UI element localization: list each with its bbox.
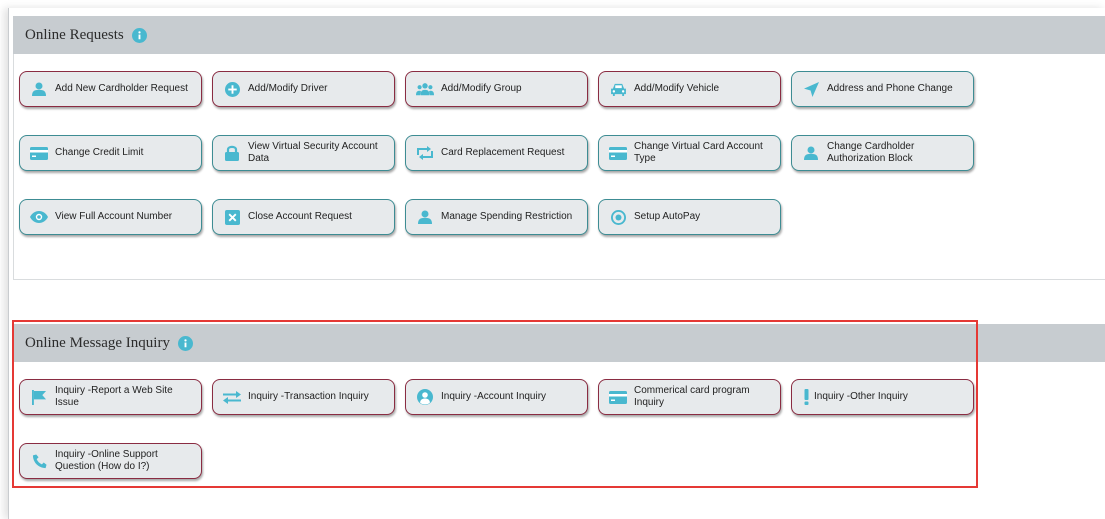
button-label: Change Virtual Card Account Type [634, 141, 763, 164]
button-label: Inquiry -Transaction Inquiry [248, 391, 369, 402]
swap-arrows-icon [416, 145, 434, 161]
person-icon [30, 81, 48, 97]
button-label: Inquiry -Account Inquiry [441, 391, 547, 402]
button-label: View Full Account Number [55, 211, 173, 222]
inquiry-other-inquiry-button[interactable]: Inquiry -Other Inquiry [791, 379, 974, 415]
group-icon [416, 81, 434, 97]
address-and-phone-change-button[interactable]: Address and Phone Change [791, 71, 974, 107]
button-label: Inquiry -Report a Web Site Issue [55, 385, 173, 408]
change-credit-limit-button[interactable]: Change Credit Limit [19, 135, 202, 171]
button-label: Add/Modify Group [441, 83, 522, 94]
commerical-card-program-inquiry-button[interactable]: Commerical card program Inquiry [598, 379, 781, 415]
button-label: Commerical card program Inquiry [634, 385, 750, 408]
button-label: Add New Cardholder Request [55, 83, 188, 94]
person-icon [416, 209, 434, 225]
button-label: Add/Modify Vehicle [634, 83, 720, 94]
credit-card-icon [30, 145, 48, 161]
inquiry-account-inquiry-button[interactable]: Inquiry -Account Inquiry [405, 379, 588, 415]
lock-icon [223, 145, 241, 161]
online-message-inquiry-title: Online Message Inquiry [25, 334, 170, 351]
divider [13, 279, 1105, 280]
close-account-request-button[interactable]: Close Account Request [212, 199, 395, 235]
inquiry-report-web-site-issue-button[interactable]: Inquiry -Report a Web Site Issue [19, 379, 202, 415]
button-label: Add/Modify Driver [248, 83, 328, 94]
add-modify-group-button[interactable]: Add/Modify Group [405, 71, 588, 107]
manage-spending-restriction-button[interactable]: Manage Spending Restriction [405, 199, 588, 235]
button-label: Inquiry -Online Support Question (How do… [55, 449, 158, 472]
car-icon [609, 81, 627, 97]
online-message-inquiry-header: Online Message Inquiry [13, 324, 1105, 362]
button-label: Card Replacement Request [441, 147, 565, 158]
button-label: Inquiry -Other Inquiry [814, 391, 908, 402]
credit-card-icon [609, 389, 627, 405]
add-modify-driver-button[interactable]: Add/Modify Driver [212, 71, 395, 107]
exchange-icon [223, 389, 241, 405]
flag-icon [30, 389, 48, 405]
online-requests-header: Online Requests [13, 16, 1105, 54]
add-new-cardholder-request-button[interactable]: Add New Cardholder Request [19, 71, 202, 107]
close-square-icon [223, 209, 241, 225]
location-arrow-icon [802, 81, 820, 97]
add-modify-vehicle-button[interactable]: Add/Modify Vehicle [598, 71, 781, 107]
change-virtual-card-account-type-button[interactable]: Change Virtual Card Account Type [598, 135, 781, 171]
info-icon[interactable] [131, 27, 147, 43]
online-requests-panel: Online Requests [13, 16, 1105, 54]
setup-autopay-button[interactable]: Setup AutoPay [598, 199, 781, 235]
view-full-account-number-button[interactable]: View Full Account Number [19, 199, 202, 235]
button-label: Address and Phone Change [827, 83, 953, 94]
credit-card-icon [609, 145, 627, 161]
view-virtual-security-account-data-button[interactable]: View Virtual Security Account Data [212, 135, 395, 171]
exclamation-icon [802, 389, 810, 405]
online-requests-title: Online Requests [25, 26, 124, 43]
change-cardholder-authorization-block-button[interactable]: Change Cardholder Authorization Block [791, 135, 974, 171]
inquiry-online-support-question-button[interactable]: Inquiry -Online Support Question (How do… [19, 443, 202, 479]
button-label: Close Account Request [248, 211, 352, 222]
inquiry-transaction-inquiry-button[interactable]: Inquiry -Transaction Inquiry [212, 379, 395, 415]
online-message-inquiry-panel: Online Message Inquiry [13, 324, 1105, 362]
button-label: Change Cardholder Authorization Block [827, 141, 915, 164]
person-icon [802, 145, 820, 161]
card-replacement-request-button[interactable]: Card Replacement Request [405, 135, 588, 171]
eye-icon [30, 209, 48, 225]
target-circle-icon [609, 209, 627, 225]
plus-circle-icon [223, 81, 241, 97]
phone-icon [30, 453, 48, 469]
user-circle-icon [416, 389, 434, 405]
button-label: Change Credit Limit [55, 147, 144, 158]
button-label: Setup AutoPay [634, 211, 701, 222]
button-label: View Virtual Security Account Data [248, 141, 378, 164]
button-label: Manage Spending Restriction [441, 211, 573, 222]
info-icon[interactable] [177, 335, 193, 351]
